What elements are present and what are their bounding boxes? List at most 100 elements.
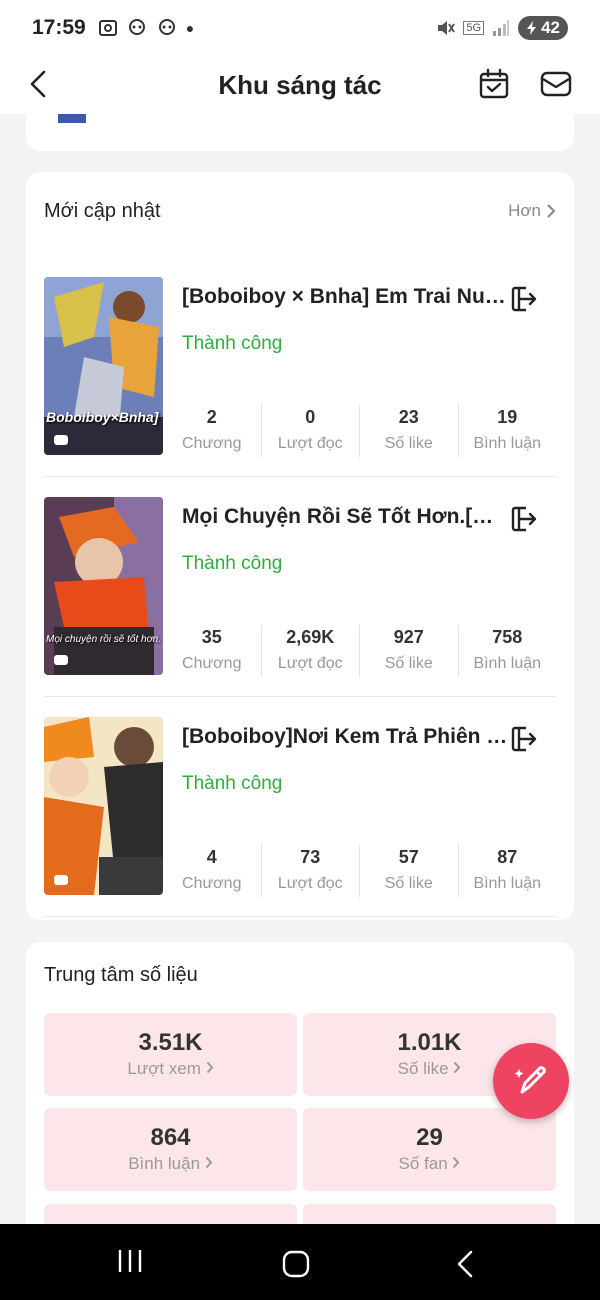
export-icon [511, 506, 537, 532]
screenshot-icon [98, 20, 117, 36]
cover-caption: Boboiboy×Bnha] [46, 409, 159, 425]
stat-value: 57 [398, 847, 419, 867]
mail-button[interactable] [536, 64, 576, 104]
stat-label: Số like [384, 875, 433, 892]
stat-reads: 0 Lượt đọc [260, 405, 360, 457]
section-title: Trung tâm số liệu [44, 964, 198, 986]
home-button[interactable] [280, 1248, 312, 1280]
tile-label: Số fan [398, 1154, 448, 1173]
story-title[interactable]: [Boboiboy]Nơi Kem Trả Phiên Ngoại [182, 725, 508, 749]
story-item[interactable]: Boboiboy×Bnha] [Boboiboy × Bnha] Em Trai… [44, 277, 556, 477]
stat-label: Chương [182, 655, 242, 672]
app-header: Khu sáng tác [0, 56, 600, 114]
tile-label-row: Lượt xem [44, 1059, 297, 1079]
stat-label: Chương [182, 875, 242, 892]
story-cover[interactable] [44, 717, 163, 895]
dot-icon: ● [185, 20, 195, 36]
stat-label: Số like [384, 435, 433, 452]
stat-comments: 87 Bình luận [457, 845, 557, 897]
story-cover[interactable]: Mọi chuyện rồi sẽ tốt hơn. [44, 497, 163, 675]
story-title[interactable]: [Boboiboy × Bnha] Em Trai Nuôi Của Villa… [182, 285, 508, 309]
stat-chapters: 2 Chương [163, 405, 261, 457]
stat-value: 87 [497, 847, 518, 867]
story-stats: 35 Chương 2,69K Lượt đọc 927 Số like 758 Bìn… [163, 625, 556, 677]
write-fab-button[interactable] [493, 1043, 569, 1119]
charging-icon [527, 21, 537, 35]
stat-label: Lượt đọc [277, 875, 343, 892]
stat-label: Bình luận [473, 875, 542, 892]
tile-label-row: Số fan [303, 1154, 556, 1174]
more-label: Hơn [508, 201, 541, 220]
chevron-right-icon [205, 1156, 213, 1169]
notification-icons: ● [98, 18, 194, 38]
stat-value: 2 [206, 407, 217, 427]
export-icon [511, 286, 537, 312]
fans-tile[interactable]: 29 Số fan [303, 1108, 556, 1191]
comment-badge-icon [54, 875, 68, 885]
story-status: Thành công [182, 553, 283, 574]
signal-icon [493, 20, 510, 36]
recents-icon [118, 1250, 142, 1272]
cover-art [44, 277, 163, 455]
export-button[interactable] [508, 283, 540, 315]
more-link[interactable]: Hơn [508, 201, 556, 221]
views-tile[interactable]: 3.51K Lượt xem [44, 1013, 297, 1096]
tile-label-row: Bình luận [44, 1154, 297, 1174]
stat-chapters: 35 Chương [163, 625, 261, 677]
chevron-right-icon [206, 1061, 213, 1074]
story-status: Thành công [182, 333, 283, 354]
comment-badge-icon [54, 655, 68, 665]
home-icon [282, 1250, 310, 1278]
status-time: 17:59 [32, 16, 86, 39]
stat-label: Bình luận [473, 435, 542, 452]
stat-label: Bình luận [473, 655, 542, 672]
system-nav-bar [0, 1224, 600, 1300]
stat-value: 23 [398, 407, 419, 427]
recent-updates-section: Mới cập nhật Hơn Boboiboy×Bnha] [Boboibo… [26, 172, 574, 920]
export-button[interactable] [508, 723, 540, 755]
stat-comments: 19 Bình luận [457, 405, 557, 457]
story-title[interactable]: Mọi Chuyện Rồi Sẽ Tốt Hơn.[All Boboiboy] [182, 505, 508, 529]
previous-card [26, 114, 574, 151]
stat-reads: 2,69K Lượt đọc [260, 625, 360, 677]
back-button[interactable] [20, 64, 56, 104]
stat-value: 758 [492, 627, 523, 647]
chevron-right-icon [453, 1156, 460, 1169]
network-label: 5G [463, 21, 485, 35]
tile-label: Lượt xem [127, 1059, 201, 1078]
previous-card-icon [58, 114, 86, 123]
calendar-button[interactable] [474, 64, 514, 104]
nav-back-button[interactable] [450, 1248, 480, 1280]
chevron-right-icon [547, 204, 556, 218]
status-right: 5G 42 [435, 16, 568, 40]
stat-value: 73 [300, 847, 321, 867]
tile-label: Bình luận [128, 1154, 201, 1173]
story-cover[interactable]: Boboiboy×Bnha] [44, 277, 163, 455]
section-title: Mới cập nhật [44, 200, 161, 222]
tile-label: Số like [397, 1059, 449, 1078]
calendar-check-icon [479, 68, 509, 99]
stat-value: 2,69K [286, 627, 335, 647]
cover-art [44, 717, 163, 895]
cover-art [44, 497, 163, 675]
mute-icon [438, 21, 456, 35]
chevron-right-icon [454, 1061, 461, 1074]
battery-indicator: 42 [518, 16, 568, 40]
stat-comments: 758 Bình luận [457, 625, 557, 677]
recents-button[interactable] [112, 1248, 148, 1276]
stat-likes: 23 Số like [359, 405, 458, 457]
pencil-sparkle-icon [514, 1066, 546, 1094]
back-chevron-icon [457, 1250, 473, 1278]
story-item[interactable]: [Boboiboy]Nơi Kem Trả Phiên Ngoại Thành … [44, 717, 556, 917]
story-item[interactable]: Mọi chuyện rồi sẽ tốt hơn. Mọi Chuyện Rồ… [44, 497, 556, 697]
stat-value: 0 [305, 407, 316, 427]
stat-value: 927 [393, 627, 424, 647]
status-bar: 17:59 ● 5G 42 [0, 0, 600, 56]
cover-caption: Mọi chuyện rồi sẽ tốt hơn. [46, 634, 161, 645]
battery-level: 42 [541, 18, 560, 37]
comments-tile[interactable]: 864 Bình luận [44, 1108, 297, 1191]
stat-value: 4 [206, 847, 217, 867]
export-button[interactable] [508, 503, 540, 535]
stat-value: 19 [497, 407, 518, 427]
stat-label: Chương [182, 435, 242, 452]
